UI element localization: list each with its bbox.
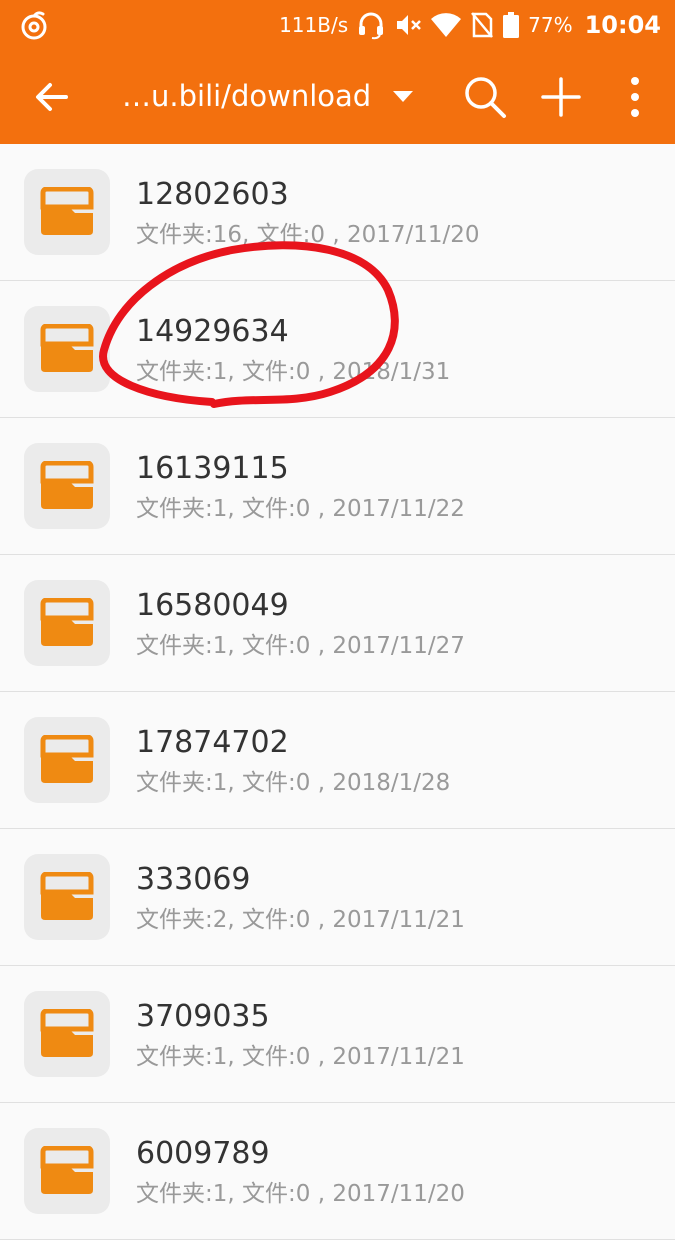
list-item[interactable]: 6009789 文件夹:1, 文件:0 , 2017/11/20 bbox=[0, 1103, 675, 1240]
folder-name: 333069 bbox=[136, 862, 251, 897]
list-item[interactable]: 17874702 文件夹:1, 文件:0 , 2018/1/28 bbox=[0, 692, 675, 829]
folder-icon bbox=[40, 187, 94, 235]
folder-name: 14929634 bbox=[136, 314, 289, 349]
dropdown-triangle-icon[interactable] bbox=[390, 86, 416, 106]
folder-name: 16580049 bbox=[136, 588, 289, 623]
folder-icon bbox=[40, 324, 94, 372]
folder-meta: 文件夹:16, 文件:0 , 2017/11/20 bbox=[136, 222, 480, 248]
battery-percent: 77% bbox=[528, 13, 573, 37]
back-arrow-icon[interactable] bbox=[30, 75, 74, 119]
folder-name: 17874702 bbox=[136, 725, 289, 760]
folder-tile bbox=[24, 991, 110, 1077]
folder-icon bbox=[40, 1009, 94, 1057]
folder-meta: 文件夹:1, 文件:0 , 2017/11/21 bbox=[136, 1044, 465, 1070]
network-speed: 111B/s bbox=[279, 13, 349, 37]
list-item[interactable]: 3709035 文件夹:1, 文件:0 , 2017/11/21 bbox=[0, 966, 675, 1103]
folder-name: 16139115 bbox=[136, 451, 289, 486]
current-path[interactable]: …u.bili/download bbox=[122, 76, 371, 116]
search-icon[interactable] bbox=[462, 74, 508, 120]
top-bar: 111B/s 77% 10:04 …u.bili/download bbox=[0, 0, 675, 144]
folder-meta: 文件夹:1, 文件:0 , 2018/1/31 bbox=[136, 359, 451, 385]
clock: 10:04 bbox=[584, 11, 661, 39]
status-bar: 111B/s 77% 10:04 bbox=[0, 0, 675, 50]
file-list: 12802603 文件夹:16, 文件:0 , 2017/11/20 1492963… bbox=[0, 144, 675, 1240]
folder-tile bbox=[24, 306, 110, 392]
folder-tile bbox=[24, 169, 110, 255]
folder-tile bbox=[24, 1128, 110, 1214]
headset-icon bbox=[359, 12, 384, 40]
list-item[interactable]: 16139115 文件夹:1, 文件:0 , 2017/11/22 bbox=[0, 418, 675, 555]
folder-tile bbox=[24, 717, 110, 803]
folder-name: 12802603 bbox=[136, 177, 289, 212]
folder-icon bbox=[40, 735, 94, 783]
no-sim-icon bbox=[471, 12, 494, 38]
list-item[interactable]: 12802603 文件夹:16, 文件:0 , 2017/11/20 bbox=[0, 144, 675, 281]
list-item[interactable]: 16580049 文件夹:1, 文件:0 , 2017/11/27 bbox=[0, 555, 675, 692]
folder-meta: 文件夹:2, 文件:0 , 2017/11/21 bbox=[136, 907, 465, 933]
folder-name: 3709035 bbox=[136, 999, 270, 1034]
mute-icon bbox=[397, 15, 422, 35]
folder-icon bbox=[40, 1146, 94, 1194]
folder-tile bbox=[24, 443, 110, 529]
app-bar: …u.bili/download bbox=[0, 50, 675, 144]
add-icon[interactable] bbox=[540, 76, 582, 118]
folder-icon bbox=[40, 598, 94, 646]
battery-icon bbox=[503, 12, 520, 38]
netease-music-icon bbox=[21, 11, 47, 40]
folder-meta: 文件夹:1, 文件:0 , 2017/11/22 bbox=[136, 496, 465, 522]
folder-icon bbox=[40, 872, 94, 920]
folder-meta: 文件夹:1, 文件:0 , 2018/1/28 bbox=[136, 770, 451, 796]
more-vertical-icon[interactable] bbox=[620, 74, 650, 120]
folder-tile bbox=[24, 854, 110, 940]
folder-meta: 文件夹:1, 文件:0 , 2017/11/27 bbox=[136, 633, 465, 659]
folder-meta: 文件夹:1, 文件:0 , 2017/11/20 bbox=[136, 1181, 465, 1207]
folder-name: 6009789 bbox=[136, 1136, 270, 1171]
list-item[interactable]: 333069 文件夹:2, 文件:0 , 2017/11/21 bbox=[0, 829, 675, 966]
folder-icon bbox=[40, 461, 94, 509]
wifi-icon bbox=[431, 13, 462, 38]
list-item[interactable]: 14929634 文件夹:1, 文件:0 , 2018/1/31 bbox=[0, 281, 675, 418]
folder-tile bbox=[24, 580, 110, 666]
